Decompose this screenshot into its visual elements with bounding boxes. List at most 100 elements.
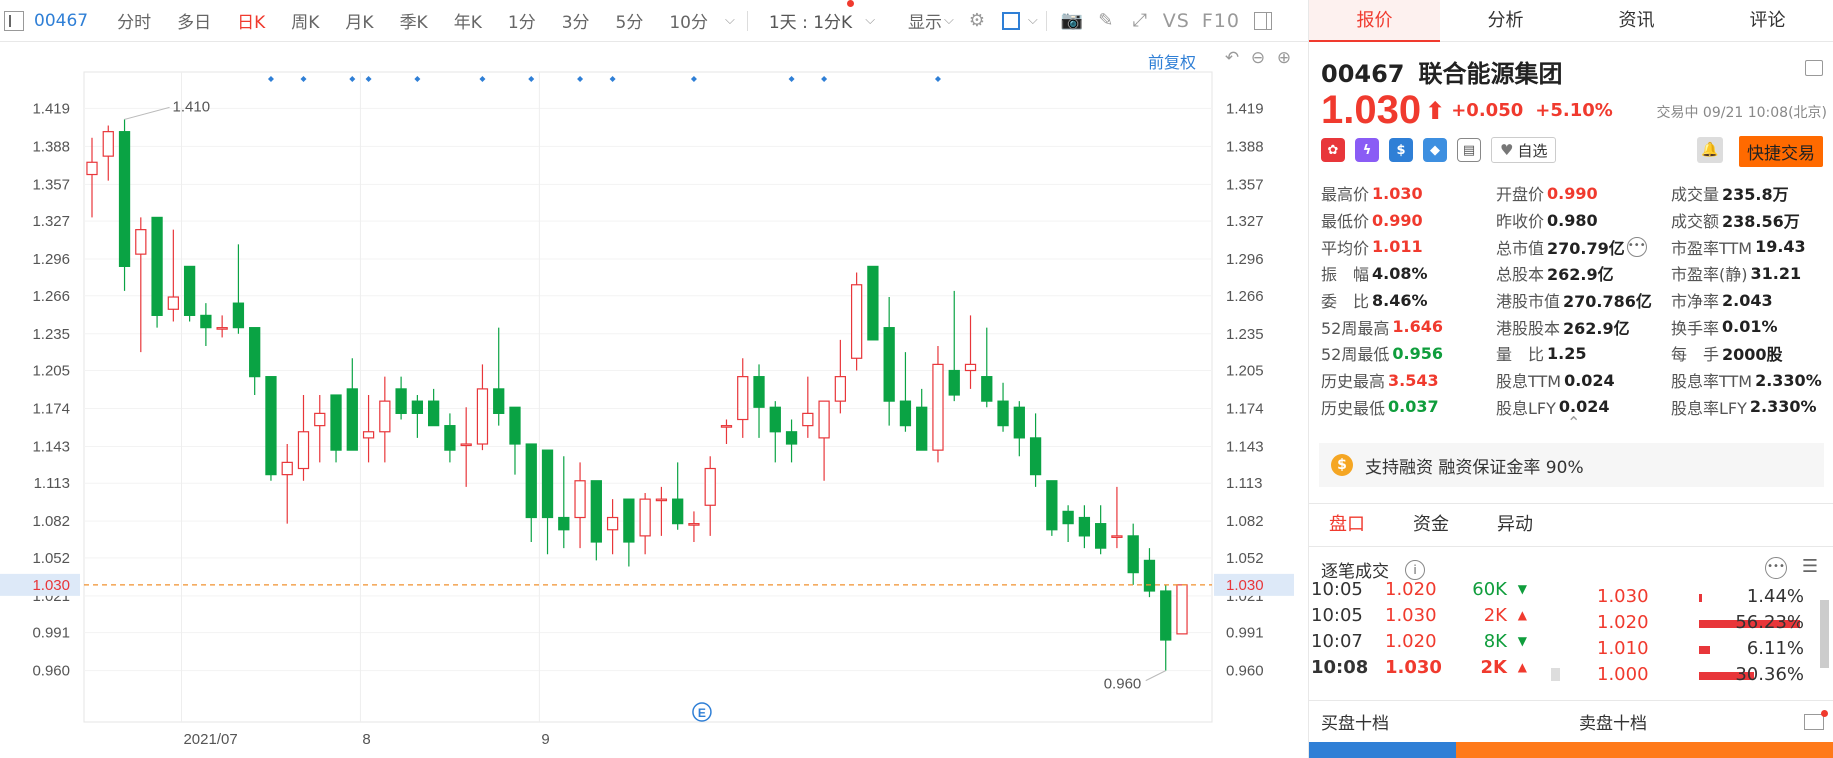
event-diamond-icon[interactable] — [414, 76, 421, 82]
period-tab-8[interactable]: 3分 — [562, 8, 590, 33]
candle-body[interactable] — [411, 400, 424, 414]
candle-body[interactable] — [883, 327, 895, 402]
kline-chart[interactable]: 1.419 1.419 1.388 1.388 1.357 1.357 1.327 1.327… — [0, 42, 1308, 758]
candle-body[interactable] — [232, 302, 245, 329]
candle-body[interactable] — [167, 296, 179, 310]
candle-body[interactable] — [281, 461, 293, 476]
candle-body[interactable] — [1046, 480, 1058, 531]
candle-body[interactable] — [655, 498, 668, 502]
candle-body[interactable] — [314, 412, 326, 427]
period-tab-2[interactable]: 日K — [237, 8, 265, 33]
fullscreen-icon[interactable]: ⤢ — [1129, 10, 1151, 32]
event-diamond-icon[interactable] — [821, 76, 828, 82]
candle-body[interactable] — [86, 161, 98, 176]
list-lines-icon[interactable]: ☰ — [1799, 557, 1821, 579]
candle-body[interactable] — [183, 265, 196, 316]
period-tab-3[interactable]: 周K — [291, 8, 319, 33]
candle-body[interactable] — [1127, 535, 1139, 574]
period-select[interactable]: 1天 : 1分K — [769, 8, 852, 33]
candle-body[interactable] — [899, 400, 912, 427]
bell-icon[interactable]: 🔔 — [1697, 137, 1723, 163]
candle-body[interactable] — [330, 394, 342, 451]
distribution-scrollbar[interactable] — [1820, 600, 1829, 668]
info-icon[interactable]: i — [1405, 559, 1425, 580]
period-tab-7[interactable]: 1分 — [508, 8, 536, 33]
event-diamond-icon[interactable] — [577, 76, 584, 82]
candle-body[interactable] — [834, 376, 847, 402]
candle-body[interactable] — [574, 480, 586, 519]
orderbook-settings-icon[interactable] — [1804, 709, 1828, 730]
period-tab-9[interactable]: 5分 — [616, 8, 644, 33]
candle-body[interactable] — [769, 406, 781, 433]
period-tab-5[interactable]: 季K — [400, 8, 428, 33]
candle-body[interactable] — [720, 425, 733, 428]
candle-body[interactable] — [818, 400, 830, 439]
event-diamond-icon[interactable] — [267, 76, 274, 82]
candle-body[interactable] — [102, 131, 114, 157]
add-watchlist-button[interactable]: ♥ 自选 — [1491, 137, 1557, 163]
event-diamond-icon[interactable] — [528, 76, 535, 82]
candle-body[interactable] — [1095, 523, 1107, 549]
market-subtab-0[interactable]: 盘口 — [1329, 504, 1365, 546]
candle-body[interactable] — [1078, 516, 1091, 537]
more-periods-chevron-icon[interactable]: ⌵ — [725, 13, 735, 28]
candle-body[interactable] — [395, 388, 407, 414]
more-icon[interactable]: ••• — [1626, 236, 1647, 257]
more-icon[interactable]: ••• — [1765, 557, 1787, 579]
candle-body[interactable] — [444, 425, 456, 451]
candle-body[interactable] — [249, 327, 261, 378]
list-view-icon[interactable] — [1805, 60, 1823, 76]
tick-list[interactable]: 10:05 1.020 60K ▼ 10:05 1.030 2K ▲ 10:07 1.020 8K ▼… — [1309, 582, 1539, 700]
candle-body[interactable] — [460, 443, 472, 447]
pencil-icon[interactable]: ✎ — [1095, 10, 1117, 32]
candle-body[interactable] — [525, 443, 537, 519]
event-diamond-icon[interactable] — [609, 76, 616, 82]
period-tab-0[interactable]: 分时 — [117, 8, 151, 33]
market-subtab-1[interactable]: 资金 — [1413, 504, 1449, 546]
display-menu[interactable]: 显示 — [908, 8, 942, 33]
candle-body[interactable] — [606, 516, 619, 531]
box-select-icon[interactable] — [1000, 10, 1022, 32]
candle-body[interactable] — [509, 406, 521, 445]
candle-body[interactable] — [151, 216, 163, 316]
candle-body[interactable] — [476, 388, 489, 445]
candle-body[interactable] — [1013, 406, 1025, 439]
period-tab-10[interactable]: 10分 — [669, 8, 708, 33]
candle-body[interactable] — [737, 376, 749, 421]
period-tab-1[interactable]: 多日 — [177, 8, 211, 33]
bid-label[interactable]: 买盘十档 — [1321, 709, 1389, 734]
candle-body[interactable] — [493, 388, 505, 414]
collapse-chevron-icon[interactable]: ⌃ — [1567, 413, 1580, 432]
candle-body[interactable] — [379, 400, 391, 433]
candle-body[interactable] — [216, 327, 228, 330]
camera-icon[interactable]: 📷 — [1061, 10, 1083, 32]
candle-body[interactable] — [964, 363, 977, 372]
gear-icon[interactable]: ⚙ — [966, 10, 988, 32]
candle-body[interactable] — [785, 431, 798, 445]
candle-body[interactable] — [623, 498, 635, 543]
display-chevron-icon[interactable]: ⌵ — [944, 13, 954, 28]
candle-body[interactable] — [346, 388, 358, 451]
candle-body[interactable] — [590, 480, 602, 543]
candle-body[interactable] — [1176, 584, 1188, 635]
candle-body[interactable] — [1160, 590, 1172, 641]
tag-icon[interactable]: ◆ — [1423, 138, 1447, 162]
candle-body[interactable] — [916, 406, 928, 451]
candle-body[interactable] — [297, 431, 310, 470]
candle-body[interactable] — [672, 498, 684, 525]
candle-body[interactable] — [1029, 437, 1042, 476]
candle-body[interactable] — [639, 498, 651, 537]
candle-body[interactable] — [265, 376, 277, 476]
quote-tab-0[interactable]: 报价 — [1309, 0, 1440, 42]
candle-body[interactable] — [704, 467, 716, 506]
tick-scrollbar[interactable] — [1551, 668, 1560, 681]
notebook-icon[interactable]: ▤ — [1457, 138, 1481, 162]
event-diamond-icon[interactable] — [349, 76, 356, 82]
event-diamond-icon[interactable] — [300, 76, 307, 82]
sidebar-toggle-icon[interactable] — [4, 10, 24, 31]
candle-body[interactable] — [427, 400, 440, 427]
candle-body[interactable] — [118, 131, 131, 267]
candle-body[interactable] — [997, 400, 1009, 427]
candle-body[interactable] — [948, 369, 960, 396]
panel-toggle-icon[interactable] — [1252, 10, 1274, 32]
